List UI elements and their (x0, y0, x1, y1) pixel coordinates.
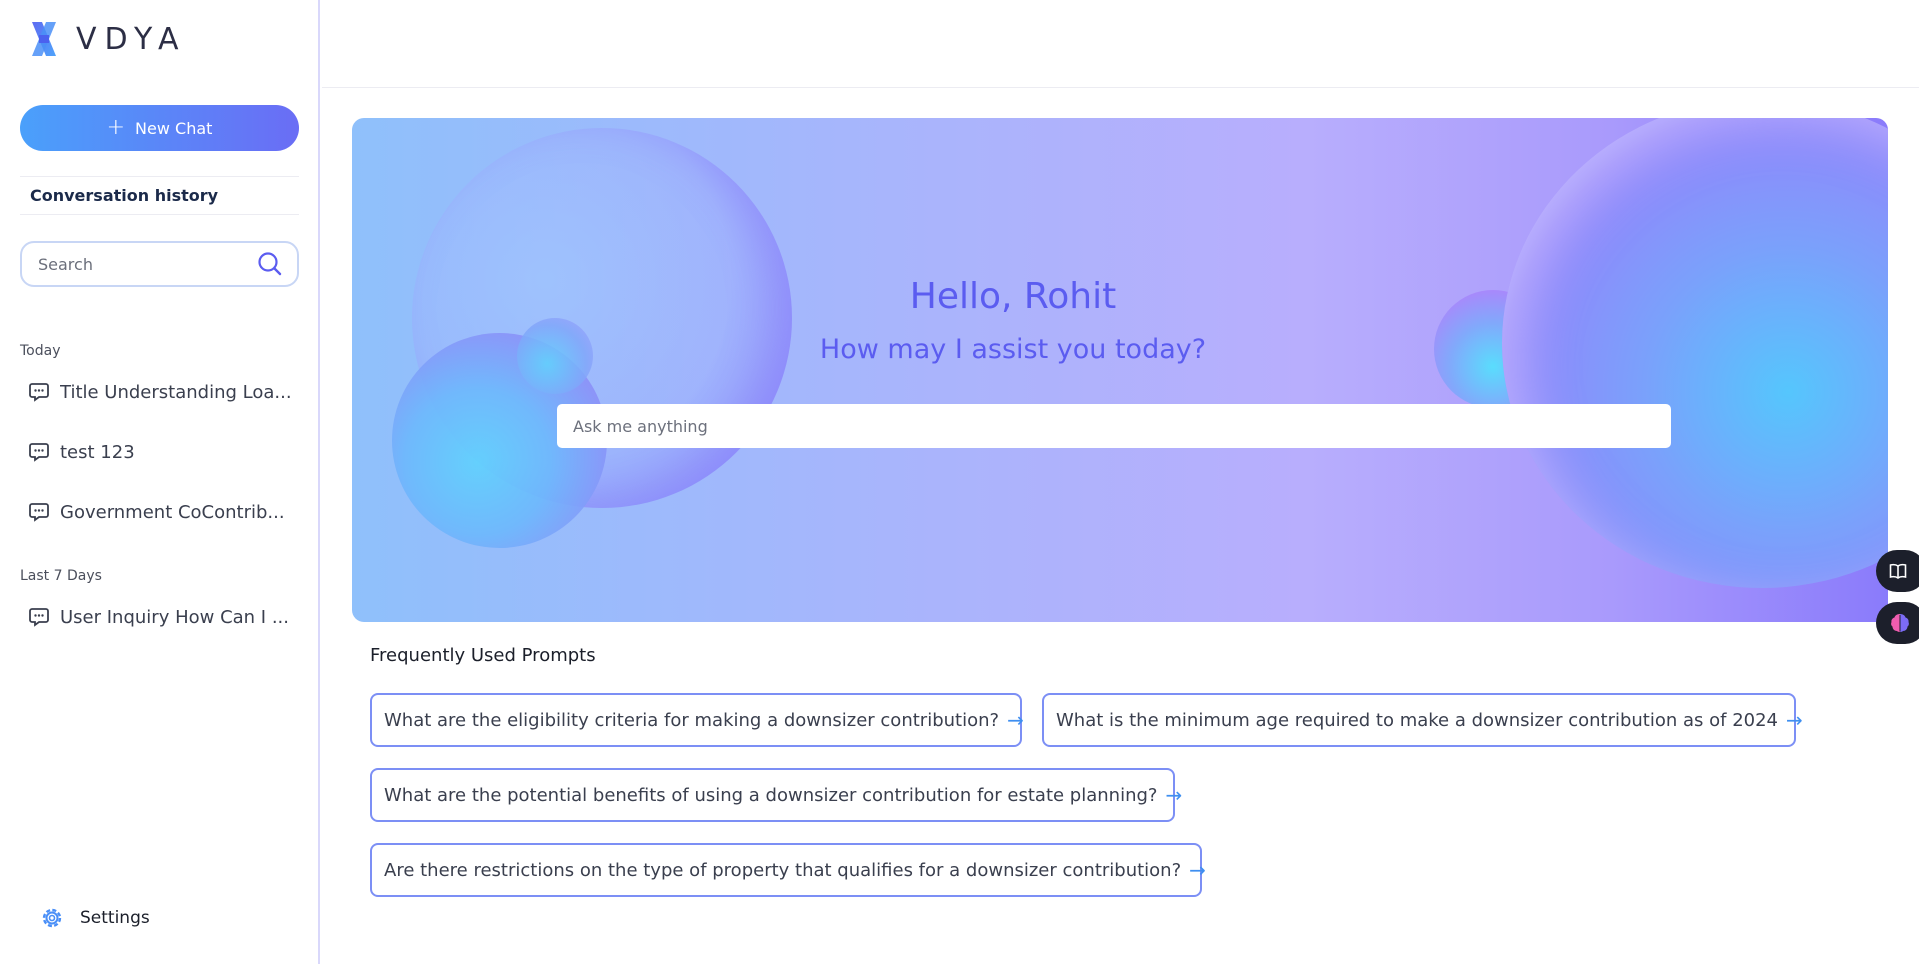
conversation-item[interactable]: Government CoContrib... (28, 495, 298, 529)
prompt-text: Are there restrictions on the type of pr… (384, 859, 1182, 881)
conversation-history-heading: Conversation history (20, 176, 299, 215)
arrow-right-icon: → (1007, 708, 1024, 732)
new-chat-button[interactable]: + New Chat (20, 105, 299, 151)
ai-brain-button[interactable] (1876, 602, 1919, 644)
book-open-icon (1889, 563, 1907, 579)
conversation-title: Government CoContrib... (60, 501, 285, 523)
prompt-chip[interactable]: What is the minimum age required to make… (1042, 693, 1803, 747)
brand-name: VDYA (76, 21, 187, 57)
prompt-text: What are the potential benefits of using… (384, 784, 1158, 806)
sidebar: VDYA + New Chat Conversation history Tod… (0, 0, 320, 964)
search-input[interactable] (38, 254, 257, 274)
settings-link[interactable]: Settings (38, 904, 150, 932)
conversation-title: test 123 (60, 441, 135, 463)
conversation-item[interactable]: Title Understanding Loa... (28, 375, 298, 409)
brain-icon (1891, 614, 1909, 632)
arrow-right-icon: → (1189, 858, 1206, 882)
conversation-title: User Inquiry How Can I ... (60, 606, 289, 628)
main-area: Hello, Rohit How may I assist you today?… (322, 0, 1919, 964)
plus-icon: + (106, 115, 126, 140)
conversation-item[interactable]: User Inquiry How Can I ... (28, 600, 298, 634)
search-box (20, 241, 299, 287)
brand-logo[interactable]: VDYA (30, 20, 187, 58)
hero-banner: Hello, Rohit How may I assist you today? (352, 118, 1888, 622)
conversation-title: Title Understanding Loa... (60, 381, 292, 403)
prompt-chip[interactable]: Are there restrictions on the type of pr… (370, 843, 1206, 897)
settings-label: Settings (80, 908, 150, 928)
prompt-text: What is the minimum age required to make… (1056, 709, 1779, 731)
gear-icon (42, 908, 62, 928)
greeting-heading: Hello, Rohit (909, 276, 1117, 317)
prompt-text: What are the eligibility criteria for ma… (384, 709, 1000, 731)
group-label-last-7-days: Last 7 Days (20, 568, 102, 584)
ask-input[interactable] (557, 404, 1671, 448)
vdya-x-logo-icon (32, 22, 56, 56)
chat-bubble-icon (29, 503, 49, 522)
chat-bubble-icon (29, 608, 49, 627)
search-icon[interactable] (257, 251, 283, 277)
group-label-today: Today (20, 343, 61, 359)
prompt-chip[interactable]: What are the potential benefits of using… (370, 768, 1182, 822)
new-chat-label: New Chat (135, 118, 213, 138)
top-bar (322, 0, 1919, 88)
chat-bubble-icon (29, 383, 49, 402)
prompt-chip[interactable]: What are the eligibility criteria for ma… (370, 693, 1024, 747)
knowledge-base-button[interactable] (1876, 550, 1919, 592)
frequent-prompts-heading: Frequently Used Prompts (370, 645, 596, 666)
arrow-right-icon: → (1165, 783, 1183, 807)
conversation-item[interactable]: test 123 (28, 435, 298, 469)
chat-bubble-icon (29, 443, 49, 462)
greeting-subheading: How may I assist you today? (819, 334, 1207, 365)
arrow-right-icon: → (1786, 708, 1803, 732)
